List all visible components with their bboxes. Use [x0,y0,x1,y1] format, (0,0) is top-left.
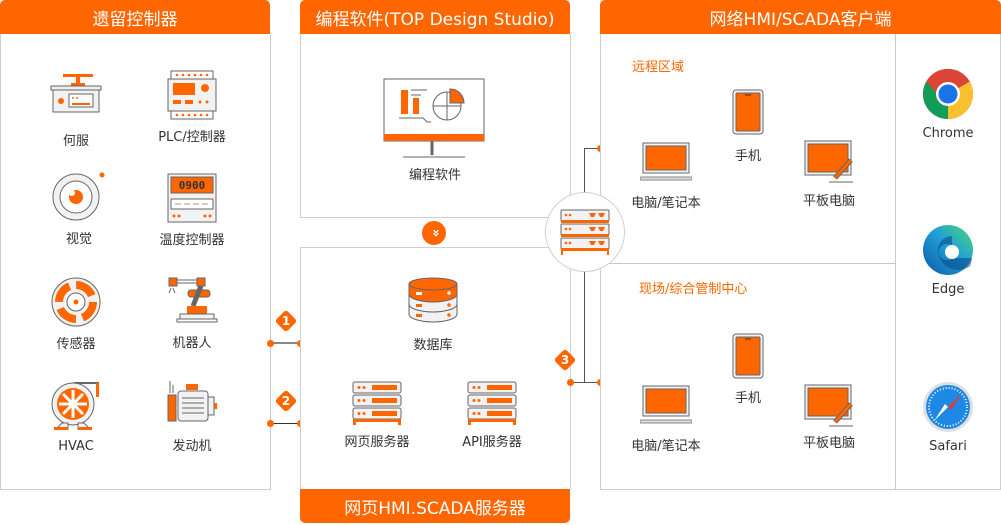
svg-text:0900: 0900 [179,179,206,192]
connection-1-line [271,342,300,344]
client-header: 网络HMI/SCADA客户端 [600,0,1001,35]
plc-icon [167,70,217,120]
device-label: 电脑/笔记本 [631,439,701,454]
laptop-icon [640,142,692,181]
legacy-item-vision: 视觉 [24,172,134,247]
server-item-web-server: 网页服务器 [322,381,432,450]
database-icon [408,277,458,323]
vision-camera-icon [52,172,105,221]
hub-down-branch [570,382,600,383]
edge-icon [923,225,973,275]
browser-label: Safari [929,439,967,454]
server-footer: 网页HMI.SCADA服务器 [300,489,570,523]
legacy-item-motor: 发动机 [137,381,247,454]
hub-up-line [584,148,585,193]
legacy-controllers-title: 遗留控制器 [92,10,178,30]
zone-divider [600,263,895,264]
device-label: 电脑/笔记本 [631,196,701,211]
server-title: 网页HMI.SCADA服务器 [344,498,526,519]
legacy-item-label: 机器人 [172,336,212,351]
browser-label: Edge [931,282,965,297]
legacy-item-label: 传感器 [56,337,96,352]
motor-icon [167,381,217,422]
step-badge-2: 2 [274,389,298,413]
legacy-item-servo: 何服 [21,74,131,149]
phone-icon [732,333,764,379]
browser-chrome: Chrome [896,68,1000,141]
legacy-item-label: 视觉 [65,232,92,247]
connection-dot [567,379,574,386]
browser-label: Chrome [922,126,974,141]
server-item-label: 数据库 [413,338,453,353]
servo-drive-icon [50,74,102,113]
hvac-fan-icon [51,382,99,430]
hub-down-line [584,272,585,382]
legacy-item-hvac: HVAC [21,381,131,454]
server-rack-icon [352,381,402,425]
legacy-item-label: HVAC [58,439,94,454]
connection-dot [267,420,274,427]
zone-title-remote: 远程区域 [632,60,685,75]
legacy-item-label: 何服 [62,134,89,149]
server-item-label: 网页服务器 [344,435,410,450]
server-item-api-server: API服务器 [437,381,547,450]
legacy-item-label: 温度控制器 [159,233,225,248]
tablet-icon [804,140,853,183]
device-label: 平板电脑 [802,436,855,451]
step-badge-3: 3 [553,348,577,372]
software-item-label: 编程软件 [408,168,461,183]
legacy-item-label: PLC/控制器 [158,130,226,145]
safari-icon [923,382,973,432]
sensor-icon [51,277,101,327]
laptop-icon [640,385,692,424]
phone-icon [732,89,764,135]
device-label: 平板电脑 [802,194,855,209]
browser-edge: Edge [896,224,1000,297]
software-header: 编程软件(TOP Design Studio) [300,0,570,35]
legacy-item-temperature-controller: 0900 温度控制器 [137,173,247,248]
legacy-item-sensor: 传感器 [21,277,131,352]
server-rack-icon [467,381,517,425]
temperature-controller-icon: 0900 [167,173,217,223]
network-switch-icon [560,209,610,255]
step-badge-1: 1 [274,309,298,333]
legacy-item-label: 发动机 [172,439,212,454]
legacy-item-robot: 机器人 [137,276,247,351]
chrome-icon [922,68,974,120]
server-item-label: API服务器 [462,435,522,450]
software-item: 编程软件 [380,78,490,183]
connection-dot [267,340,274,347]
server-item-database: 数据库 [378,276,488,353]
software-title: 编程软件(TOP Design Studio) [315,10,555,30]
robot-arm-icon [168,277,218,323]
connection-2-line [271,423,300,424]
connector-line [270,290,271,490]
device-tablet-onsite: 平板电脑 [774,384,884,451]
zone-title-onsite: 现场/综合管制中心 [639,282,748,297]
monitor-chart-icon [383,78,485,158]
tablet-icon [804,384,853,427]
client-title: 网络HMI/SCADA客户端 [709,10,892,30]
legacy-item-plc: PLC/控制器 [137,70,247,145]
flow-down-chevron-icon: » [422,221,446,245]
legacy-controllers-header: 遗留控制器 [0,0,270,35]
browser-safari: Safari [896,381,1000,454]
device-tablet-remote: 平板电脑 [774,140,884,209]
